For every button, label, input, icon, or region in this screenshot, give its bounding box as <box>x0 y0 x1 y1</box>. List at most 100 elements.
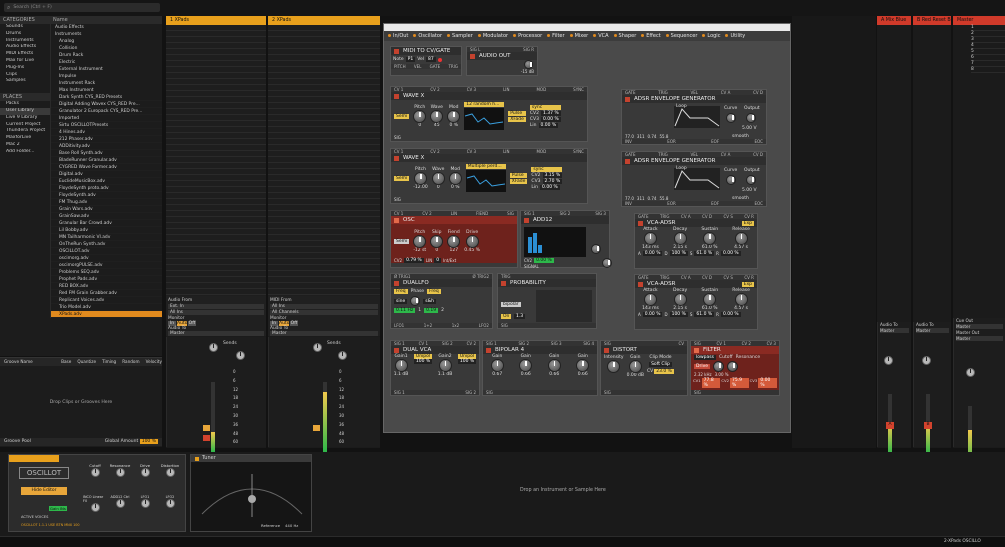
file-item[interactable]: EuclideMusicBox.adv <box>51 178 162 185</box>
track-activator-button[interactable] <box>313 425 320 431</box>
port-eor[interactable]: EOR <box>667 201 675 206</box>
port-trig[interactable]: TRIG <box>660 214 670 219</box>
port-eor[interactable]: EOR <box>667 139 675 144</box>
int-ext-toggle[interactable]: Int/Ext <box>443 258 456 263</box>
cutoff-knob[interactable] <box>713 361 724 372</box>
lin-value[interactable]: 0 <box>434 258 442 263</box>
port-trig[interactable]: TRIG <box>448 64 458 69</box>
file-item[interactable]: Trio Model.adv <box>51 304 162 311</box>
sync-button[interactable]: sync <box>531 166 563 172</box>
port-cv3[interactable]: CV 3 <box>467 87 476 92</box>
category-max-for-live[interactable]: Max for Live <box>0 58 50 65</box>
place-mac-2[interactable]: Mac 2 <box>0 142 50 149</box>
file-item[interactable]: Lil Bobby.adv <box>51 227 162 234</box>
wave-preset-select[interactable]: 12 random h... <box>464 102 505 107</box>
port-sig[interactable]: SIG <box>501 323 508 328</box>
category-clips[interactable]: Clips <box>0 72 50 79</box>
gain-knob[interactable] <box>547 359 561 372</box>
lfo2-rate-value[interactable]: 0.19 <box>424 308 439 313</box>
wave-preset-select[interactable]: Multiple perd... <box>465 164 506 169</box>
file-item[interactable]: FloydeSynth.adv <box>51 192 162 199</box>
place-live-library[interactable]: Live 9 Library <box>0 115 50 122</box>
semi-button[interactable]: Semi <box>394 175 410 181</box>
port-cvs[interactable]: CV S <box>724 275 733 280</box>
file-item[interactable]: oscimorg.adv <box>51 255 162 262</box>
category-samples[interactable]: Samples <box>0 78 50 85</box>
module-power-icon[interactable] <box>524 217 529 223</box>
port-mult[interactable]: 1x2 <box>452 323 459 328</box>
cv-amount[interactable]: 23.0 % <box>654 369 674 374</box>
cv2-value[interactable]: 0.79 % <box>404 258 424 263</box>
tab-vca[interactable]: VCA <box>593 33 609 39</box>
module-power-icon[interactable] <box>501 280 506 286</box>
port-gate[interactable]: GATE <box>625 152 636 157</box>
cv-amount[interactable]: 3.15 % <box>542 172 563 178</box>
port-sync[interactable]: SYNC <box>573 87 584 92</box>
gain1-knob[interactable] <box>394 359 408 372</box>
file-item[interactable]: Imported <box>51 115 162 122</box>
xfade-button[interactable]: XFade <box>508 116 526 122</box>
cv3-amount[interactable]: 0.00 % <box>758 378 777 388</box>
track-a-title[interactable]: A Mix Blue <box>877 16 911 25</box>
file-item[interactable]: oscimorgPULSE.adv <box>51 262 162 269</box>
category-audio-effects[interactable]: Audio Effects <box>0 44 50 51</box>
cv-amount[interactable]: 2.70 % <box>542 178 563 184</box>
instrument-drop-zone[interactable]: Drop an Instrument or Sample Here <box>520 488 606 493</box>
module-power-icon[interactable] <box>486 347 491 353</box>
port-trig[interactable]: TRIG <box>658 90 668 95</box>
tab-inout[interactable]: In/Out <box>388 33 408 39</box>
tab-utility[interactable]: Utility <box>725 33 745 39</box>
global-amount-value[interactable]: 100 % <box>139 439 158 444</box>
search-field[interactable]: ⌕ Search (Ctrl + F) <box>4 3 160 12</box>
module-power-icon[interactable] <box>394 217 399 223</box>
port-eoc[interactable]: EOC <box>755 201 763 206</box>
port-cvr[interactable]: CV R <box>744 275 754 280</box>
port-cvd[interactable]: CV D <box>702 275 712 280</box>
place-thundera-project[interactable]: Thundera Project <box>0 128 50 135</box>
file-item[interactable]: Prophet Pads.adv <box>51 276 162 283</box>
port-eoc[interactable]: EOC <box>755 139 763 144</box>
port-cv1[interactable]: CV 1 <box>394 149 403 154</box>
cue-out-select[interactable]: Master <box>956 324 1003 329</box>
sync-button[interactable]: sync <box>529 104 561 110</box>
gain2-knob[interactable] <box>438 359 452 372</box>
midi-channel-select[interactable]: All Channels <box>270 310 378 315</box>
file-item[interactable]: OnTheRun Synth.adv <box>51 241 162 248</box>
tab-logic[interactable]: Logic <box>702 33 720 39</box>
file-item[interactable]: GrainSaw.adv <box>51 213 162 220</box>
port-sig[interactable]: SIG <box>694 341 701 346</box>
audio-to-select[interactable]: Master <box>880 328 909 333</box>
port-sig-out[interactable]: SIG <box>394 197 401 202</box>
xfade-button[interactable]: XFade <box>509 178 528 184</box>
port-sig-2[interactable]: SIG 2 <box>560 211 571 216</box>
port-cva[interactable]: CV A <box>721 90 731 95</box>
port-cvs[interactable]: CV S <box>724 214 733 219</box>
tab-effect[interactable]: Effect <box>641 33 661 39</box>
tab-sampler[interactable]: Sampler <box>447 33 473 39</box>
category-midi-effects[interactable]: MIDI Effects <box>0 51 50 58</box>
send-b-knob[interactable] <box>235 351 245 360</box>
drive-button[interactable]: Drive <box>694 364 710 369</box>
cv2-amount[interactable]: 100 % <box>457 359 477 364</box>
port-cva[interactable]: CV A <box>681 275 691 280</box>
port-sig2[interactable]: SIG 2 <box>518 341 529 346</box>
category-plug-ins[interactable]: Plug-Ins <box>0 65 50 72</box>
port-sig-out[interactable]: SIG <box>486 390 493 395</box>
tab-modulator[interactable]: Modulator <box>477 33 508 39</box>
port-cv2[interactable]: CV 2 <box>742 341 751 346</box>
signal-port[interactable]: SIGNAL <box>524 264 539 269</box>
lfo1-rate-value[interactable]: 0.11 Hz <box>394 308 416 313</box>
macro-knob[interactable] <box>140 468 150 477</box>
folder-item[interactable]: Drum Rack <box>51 52 162 59</box>
pitch-knob[interactable] <box>414 171 428 185</box>
track-b-title[interactable]: B Red Reset Bri <box>913 16 951 25</box>
clip-mode-select[interactable]: Soft Clip <box>649 362 672 367</box>
lfo2-shape-select[interactable]: s&h <box>423 298 436 304</box>
port-sig-out[interactable]: SIG <box>604 390 611 395</box>
port-gate[interactable]: GATE <box>625 90 636 95</box>
file-item[interactable]: BladeRunner Granular.adv <box>51 157 162 164</box>
module-power-icon[interactable] <box>625 96 630 102</box>
file-item[interactable]: Base Roll Synth.adv <box>51 150 162 157</box>
port-gate[interactable]: GATE <box>638 214 649 219</box>
port-cvd[interactable]: CV D <box>702 214 712 219</box>
